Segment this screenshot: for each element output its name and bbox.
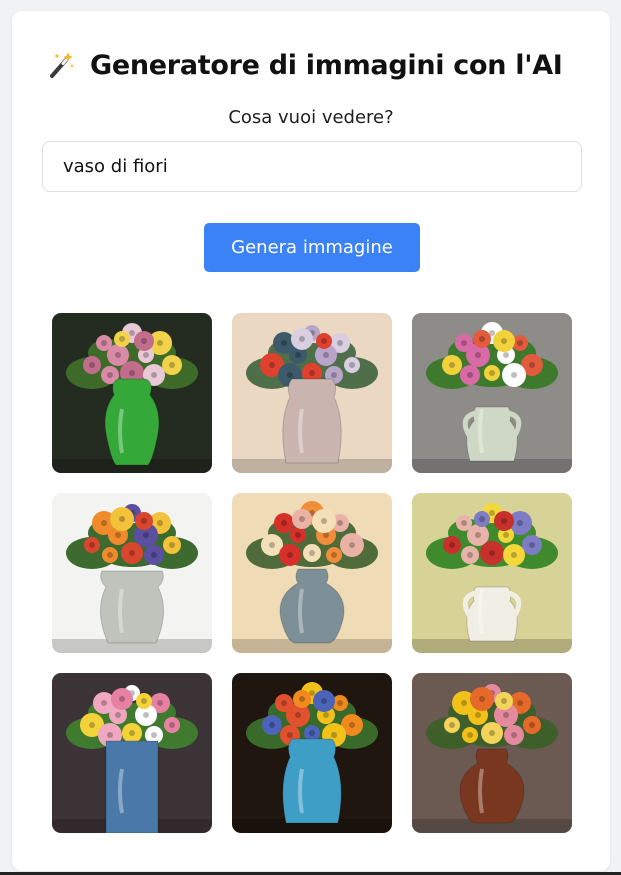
header: Generatore di immagini con l'AI [46, 45, 563, 85]
generated-image[interactable] [232, 313, 392, 473]
generated-image[interactable] [412, 493, 572, 653]
generator-card: Generatore di immagini con l'AI Cosa vuo… [12, 11, 610, 871]
generated-image[interactable] [52, 673, 212, 833]
generated-image[interactable] [232, 493, 392, 653]
prompt-input[interactable] [42, 141, 582, 192]
image-gallery [52, 313, 572, 833]
generated-image[interactable] [412, 673, 572, 833]
generated-image[interactable] [412, 313, 572, 473]
prompt-label: Cosa vuoi vedere? [228, 107, 394, 128]
magic-wand-icon [50, 52, 74, 78]
generate-button[interactable]: Genera immagine [204, 223, 420, 272]
generated-image[interactable] [232, 673, 392, 833]
page-title: Generatore di immagini con l'AI [90, 49, 563, 81]
generated-image[interactable] [52, 313, 212, 473]
generated-image[interactable] [52, 493, 212, 653]
